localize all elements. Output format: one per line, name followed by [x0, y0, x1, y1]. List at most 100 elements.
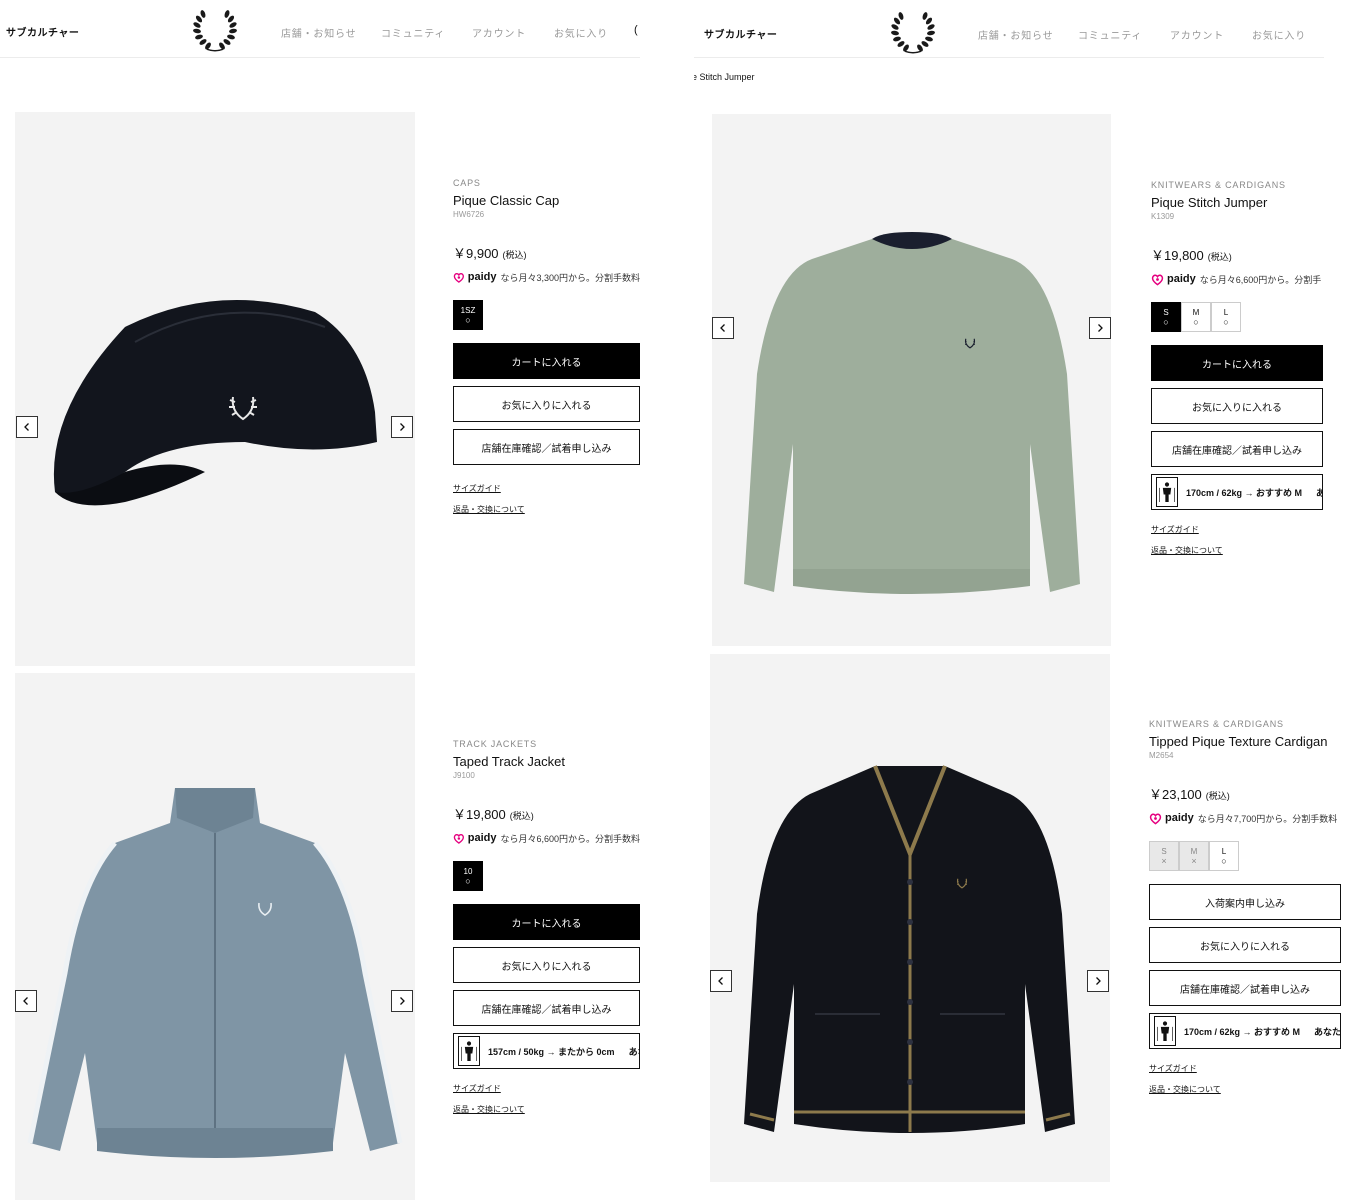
size-option-s[interactable]: S ○	[1151, 302, 1181, 332]
store-stock-button[interactable]: 店舗在庫確認／試着申し込み	[453, 429, 640, 465]
returns-link[interactable]: 返品・交換について	[453, 504, 640, 515]
size-option-m[interactable]: M ×	[1179, 841, 1209, 871]
product-name: Tipped Pique Texture Cardigan	[1149, 734, 1328, 749]
price-tax: (税込)	[1205, 791, 1230, 801]
product-category: KNITWEARS & CARDIGANS	[1151, 180, 1286, 190]
product-sku: J9100	[453, 771, 475, 780]
add-to-cart-button[interactable]: カートに入れる	[453, 343, 640, 379]
fit-recommendation[interactable]: 170cm / 62kg → おすすめ M あ	[1151, 474, 1323, 510]
add-to-cart-button[interactable]: カートに入れる	[453, 904, 640, 940]
size-label: M	[1192, 307, 1200, 317]
size-stock-mark: ○	[1221, 855, 1227, 866]
size-label: M	[1190, 846, 1198, 856]
prev-image-button[interactable]	[15, 990, 37, 1012]
size-guide-link[interactable]: サイズガイド	[453, 483, 640, 494]
price-tax: (税込)	[502, 250, 527, 260]
size-option-l[interactable]: L ○	[1209, 841, 1239, 871]
next-image-button[interactable]	[1087, 970, 1109, 992]
price-value: ￥23,100	[1149, 787, 1202, 802]
add-to-favorites-button[interactable]: お気に入りに入れる	[1151, 388, 1323, 424]
paidy-heart-icon	[453, 271, 465, 284]
price: ￥19,800 (税込)	[453, 804, 640, 823]
size-guide-link[interactable]: サイズガイド	[453, 1083, 640, 1094]
paidy-brand: paidy	[467, 832, 497, 844]
nav-search-partial[interactable]: (	[634, 24, 638, 36]
next-image-button[interactable]	[391, 990, 413, 1012]
prev-image-button[interactable]	[712, 317, 734, 339]
next-image-button[interactable]	[391, 416, 413, 438]
prev-image-button[interactable]	[710, 970, 732, 992]
size-label: L	[1223, 307, 1229, 317]
chevron-right-icon	[397, 422, 407, 432]
laurel-logo-icon[interactable]	[192, 8, 238, 52]
nav-account[interactable]: アカウント	[1170, 27, 1224, 42]
laurel-logo-icon[interactable]	[890, 10, 936, 54]
returns-link[interactable]: 返品・交換について	[1151, 545, 1323, 556]
paidy-installment[interactable]: paidy なら月々6,600円から。分割手	[1151, 272, 1323, 286]
size-label: S	[1163, 307, 1169, 317]
size-label: L	[1221, 846, 1227, 856]
nav-community[interactable]: コミュニティ	[381, 25, 445, 40]
nav-account[interactable]: アカウント	[472, 25, 526, 40]
paidy-text: なら月々3,300円から。分割手数料	[500, 272, 640, 283]
returns-link[interactable]: 返品・交換について	[1149, 1084, 1341, 1095]
nav-favorites[interactable]: お気に入り	[1252, 27, 1306, 42]
nav-favorites[interactable]: お気に入り	[554, 25, 608, 40]
size-option-m[interactable]: M ○	[1181, 302, 1211, 332]
paidy-text: なら月々6,600円から。分割手数料	[500, 833, 640, 844]
size-option-s[interactable]: S ×	[1149, 841, 1179, 871]
product-sku: HW6726	[453, 210, 485, 219]
size-label: 10	[463, 866, 473, 876]
product-image-cap	[15, 112, 415, 666]
jacket-illustration	[27, 788, 403, 1158]
size-label: 1SZ	[460, 305, 476, 315]
store-stock-button[interactable]: 店舗在庫確認／試着申し込み	[1151, 431, 1323, 467]
add-to-favorites-button[interactable]: お気に入りに入れる	[453, 386, 640, 422]
next-image-button[interactable]	[1089, 317, 1111, 339]
nav-subculture[interactable]: サブカルチャー	[704, 26, 777, 41]
store-stock-button[interactable]: 店舗在庫確認／試着申し込み	[453, 990, 640, 1026]
paidy-installment[interactable]: paidy なら月々3,300円から。分割手数料	[453, 270, 640, 284]
fit-more: あ	[1316, 486, 1322, 499]
prev-image-button[interactable]	[16, 416, 38, 438]
size-selector: 10 ○	[453, 861, 640, 891]
add-to-cart-button[interactable]: カートに入れる	[1151, 345, 1323, 381]
product-links: サイズガイド 返品・交換について	[453, 1083, 640, 1115]
paidy-heart-icon	[1149, 812, 1162, 825]
size-guide-link[interactable]: サイズガイド	[1149, 1063, 1341, 1074]
size-stock-mark: ○	[465, 875, 471, 886]
size-selector: 1SZ ○	[453, 300, 640, 330]
nav-subculture[interactable]: サブカルチャー	[6, 24, 79, 39]
paidy-text: なら月々7,700円から。分割手数料	[1197, 813, 1338, 824]
fit-recommendation[interactable]: 157cm / 50kg → またから 0cm あな	[453, 1033, 640, 1069]
paidy-brand: paidy	[1167, 273, 1196, 285]
paidy-text: なら月々6,600円から。分割手	[1199, 274, 1322, 285]
paidy-installment[interactable]: paidy なら月々7,700円から。分割手数料	[1149, 811, 1341, 825]
chevron-left-icon	[716, 976, 726, 986]
fit-text: 170cm / 62kg → おすすめ M	[1186, 487, 1303, 498]
breadcrumb[interactable]: e Stitch Jumper	[694, 72, 755, 82]
paidy-installment[interactable]: paidy なら月々6,600円から。分割手数料	[453, 831, 640, 845]
returns-link[interactable]: 返品・交換について	[453, 1104, 640, 1115]
nav-stores[interactable]: 店舗・お知らせ	[978, 27, 1053, 42]
price-value: ￥19,800	[453, 807, 506, 822]
site-header: サブカルチャー 店舗・お知らせ コミュニティ アカウント お気に入り	[694, 0, 1324, 58]
store-stock-button[interactable]: 店舗在庫確認／試着申し込み	[1149, 970, 1341, 1006]
fit-recommendation[interactable]: 170cm / 62kg → おすすめ M あなたは	[1149, 1013, 1341, 1049]
product-category: CAPS	[453, 178, 481, 188]
price: ￥23,100 (税込)	[1149, 784, 1341, 803]
nav-stores[interactable]: 店舗・お知らせ	[281, 25, 356, 40]
fit-text: 170cm / 62kg → おすすめ M	[1184, 1026, 1301, 1037]
fit-figure-icon	[458, 1036, 480, 1066]
price: ￥19,800 (税込)	[1151, 245, 1323, 264]
add-to-favorites-button[interactable]: お気に入りに入れる	[453, 947, 640, 983]
size-option[interactable]: 1SZ ○	[453, 300, 483, 330]
size-guide-link[interactable]: サイズガイド	[1151, 524, 1323, 535]
nav-community[interactable]: コミュニティ	[1078, 27, 1142, 42]
add-to-favorites-button[interactable]: お気に入りに入れる	[1149, 927, 1341, 963]
product-info-cardigan: KNITWEARS & CARDIGANS Tipped Pique Textu…	[1149, 719, 1341, 1105]
size-option-l[interactable]: L ○	[1211, 302, 1241, 332]
chevron-right-icon	[1095, 323, 1105, 333]
restock-notify-button[interactable]: 入荷案内申し込み	[1149, 884, 1341, 920]
size-option[interactable]: 10 ○	[453, 861, 483, 891]
